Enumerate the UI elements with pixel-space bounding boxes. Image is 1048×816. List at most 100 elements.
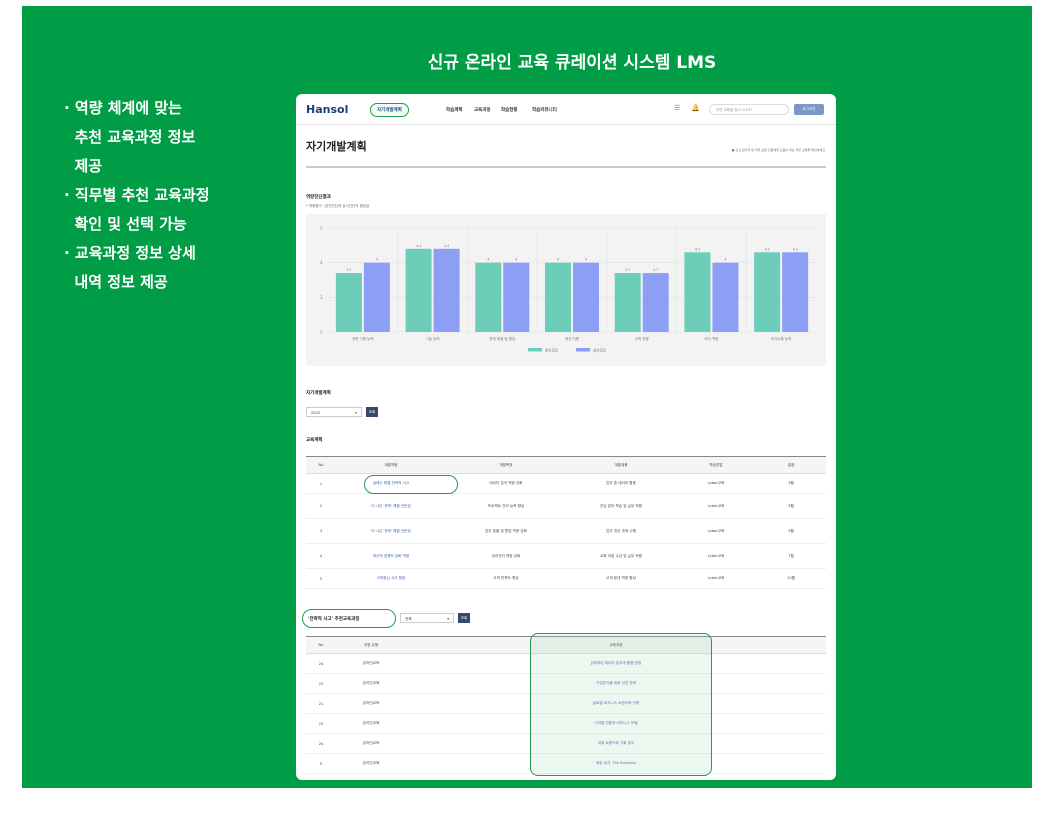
table-cell: 5 xyxy=(306,568,336,589)
recommend-search-button[interactable]: 조회 xyxy=(458,613,470,623)
feature-bullets: · 역량 체계에 맞는 추천 교육과정 정보 제공 · 직무별 추천 교육과정 … xyxy=(64,94,210,297)
bar xyxy=(503,262,530,332)
bar xyxy=(545,262,571,332)
competency-link[interactable]: 고객중심 사고 함양 xyxy=(336,568,446,589)
table-cell: cyber교육 xyxy=(676,473,756,494)
table-cell: 2 xyxy=(306,493,336,519)
green-background-panel: 신규 온라인 교육 큐레이션 시스템 LMS · 역량 체계에 맞는 추천 교육… xyxy=(22,6,1032,788)
table-cell: 22 xyxy=(306,673,336,694)
bar xyxy=(712,262,739,332)
competency-link[interactable]: 더 나은 '문제' 해결 전문성 xyxy=(336,518,446,544)
bar xyxy=(433,248,460,332)
bullet-line: 추천 교육과정 정보 xyxy=(64,128,196,146)
diagnosis-title: 역량진단결과 xyxy=(306,195,331,200)
table-cell: 3 xyxy=(306,518,336,544)
bar xyxy=(614,273,641,332)
table-cell: 7월 xyxy=(756,543,826,569)
x-tick-label: 리더 역량 xyxy=(704,336,719,341)
edu-plan-title: 교육계획 xyxy=(306,438,323,443)
table-cell: 데이터 분석 역량 강화 xyxy=(446,473,566,494)
table-header-row: No 개발역량 개발목표 개발내용 학습방법 일정 xyxy=(306,456,826,474)
lms-screenshot: Hansol 자기개발계획 학습계획 교육과정 학습현황 학습커뮤니티 ☰ 🔔 … xyxy=(296,94,836,780)
table-row: 4 혁신적 경쟁력 강화 역량 성과관리 역량 강화 교육 과정 수강 및 실무 적용… xyxy=(306,543,826,569)
bullet-line: 확인 및 선택 가능 xyxy=(64,215,187,233)
competency-link[interactable]: 더 나은 '문제' 해결 전문성 xyxy=(336,493,446,519)
table-cell: 업무 개선 과제 수행 xyxy=(566,518,676,544)
x-tick-label: 기술 능력 xyxy=(426,336,440,341)
column-header: 과정 유형 xyxy=(336,636,406,654)
data-label: 4 xyxy=(724,258,726,262)
diagnosis-subtitle: * 역량평가 : 본인진단과 상사진단의 평균값 xyxy=(306,204,370,208)
y-tick-label: 2 xyxy=(320,330,323,335)
table-cell: 온라인교육 xyxy=(336,693,406,714)
data-label: 4 xyxy=(487,258,489,262)
course-type-select[interactable]: 전체 ▾ xyxy=(400,613,454,623)
data-label: 4.4 xyxy=(444,244,449,248)
nav-item-learning-status[interactable]: 학습현황 xyxy=(501,107,518,113)
table-cell: 관심 분야 학습 및 실무 적용 xyxy=(566,493,676,519)
bullet-line: 내역 정보 제공 xyxy=(64,273,168,291)
highlight-oval xyxy=(302,609,396,628)
data-label: 3.7 xyxy=(653,268,658,272)
bar xyxy=(573,262,599,332)
competency-bar-chart: 2 3 4 5 3.7 4 전략 기획 능력 4.4 4.4 기술 능력 4 4 문제 해결 및 협업 4… xyxy=(306,214,826,366)
menu-icon[interactable]: ☰ xyxy=(674,104,682,112)
table-cell: 9 xyxy=(306,753,336,774)
data-label: 4 xyxy=(515,258,517,262)
column-header: No xyxy=(306,636,336,654)
nav-item-learning-plan[interactable]: 학습계획 xyxy=(446,107,463,113)
table-cell: 4 xyxy=(306,543,336,569)
bar xyxy=(475,262,502,332)
nav-item-community[interactable]: 학습커뮤니티 xyxy=(532,107,557,113)
legend-swatch xyxy=(528,348,542,352)
nav-item-self-development[interactable]: 자기개발계획 xyxy=(370,103,409,117)
bar xyxy=(782,252,809,332)
bullet-line: · 직무별 추천 교육과정 xyxy=(64,186,210,204)
bar xyxy=(642,273,669,332)
legend-label: 상사진단 xyxy=(593,347,607,352)
table-row: 2더 나은 '문제' 해결 전문성 프로젝트 관리 능력 향상 관심 분야 학습 및… xyxy=(306,493,826,519)
column-header: 개발역량 xyxy=(336,456,446,474)
x-tick-label: 문제 해결 및 협업 xyxy=(489,336,515,341)
highlight-box xyxy=(530,633,712,776)
table-cell: 3월 xyxy=(756,493,826,519)
bell-icon[interactable]: 🔔 xyxy=(691,104,700,112)
column-header: 학습방법 xyxy=(676,456,756,474)
logout-button[interactable]: 로그아웃 xyxy=(794,104,824,115)
bar xyxy=(335,273,362,332)
data-label: 4 xyxy=(376,258,378,262)
table-cell: 8 xyxy=(306,773,336,780)
highlight-oval xyxy=(364,475,458,494)
table-cell: 온라인교육 xyxy=(336,673,406,694)
search-input[interactable]: 어떤 교육을 찾으시나요? xyxy=(709,104,789,115)
plan-search-button[interactable]: 조회 xyxy=(366,407,378,417)
data-label: 3.7 xyxy=(625,268,630,272)
table-cell: 1 xyxy=(306,473,336,494)
nav-item-courses[interactable]: 교육과정 xyxy=(474,107,491,113)
page-title: 자기개발계획 xyxy=(306,140,367,153)
table-cell: 15 xyxy=(306,713,336,734)
y-tick-label: 5 xyxy=(320,226,323,231)
legend-swatch xyxy=(576,348,590,352)
table-cell: 24 xyxy=(306,653,336,674)
data-label: 4.3 xyxy=(695,247,700,251)
table-row: 5 고객중심 사고 함양 고객 만족도 향상 고객 응대 역량 향상 cyber교육 10… xyxy=(306,568,826,589)
hansol-logo[interactable]: Hansol xyxy=(306,103,348,116)
column-header: 개발내용 xyxy=(566,456,676,474)
table-cell: 21 xyxy=(306,693,336,714)
table-cell: 3월 xyxy=(756,473,826,494)
table-cell: 온라인교육 xyxy=(336,713,406,734)
divider xyxy=(306,166,826,168)
table-row: 3더 나은 '문제' 해결 전문성 업무 효율 및 협업 역량 강화 업무 개선 과… xyxy=(306,518,826,544)
column-header: 일정 xyxy=(756,456,826,474)
competency-link[interactable]: 혁신적 경쟁력 강화 역량 xyxy=(336,543,446,569)
chart-svg: 2 3 4 5 3.7 4 전략 기획 능력 4.4 4.4 기술 능력 4 4 문제 해결 및 협업 4… xyxy=(320,226,816,352)
bullet-line: 제공 xyxy=(64,157,103,175)
top-navigation-bar: Hansol 자기개발계획 학습계획 교육과정 학습현황 학습커뮤니티 ☰ 🔔 … xyxy=(296,94,836,125)
y-tick-label: 4 xyxy=(320,260,323,265)
column-header: No xyxy=(306,456,336,474)
table-cell: cyber교육 xyxy=(676,568,756,589)
y-tick-label: 3 xyxy=(320,295,323,300)
bar xyxy=(405,248,432,332)
year-select[interactable]: 2023 ▾ xyxy=(306,407,362,417)
